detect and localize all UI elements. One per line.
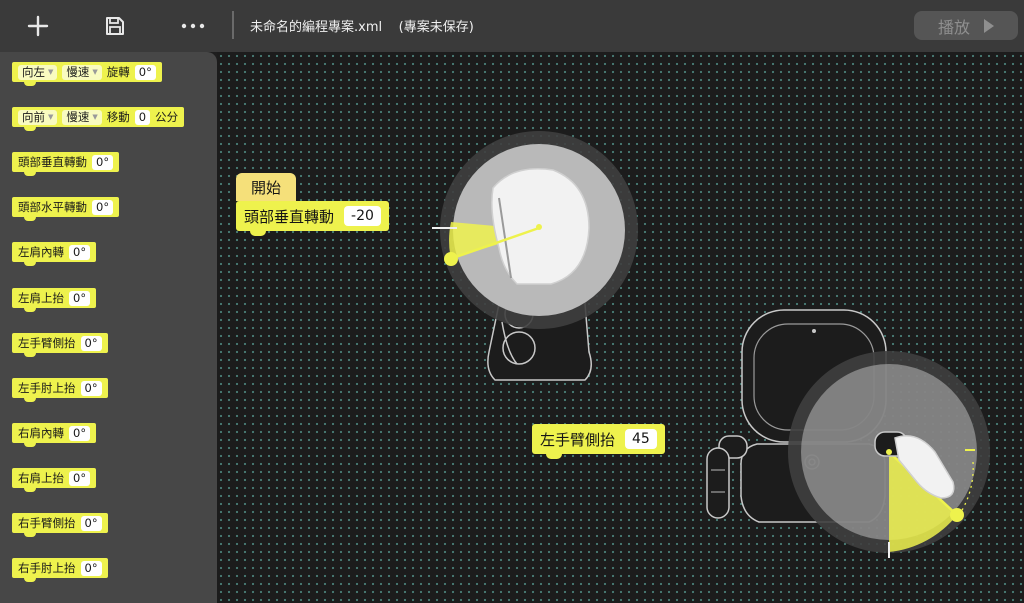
block-turn[interactable]: 向左 ▼ 慢速 ▼ 旋轉 0° [12, 62, 162, 86]
speed-dropdown[interactable]: 慢速 ▼ [62, 64, 102, 80]
start-hat-block[interactable]: 開始 [236, 173, 296, 201]
play-icon [984, 18, 994, 33]
speed-dropdown[interactable]: 慢速 ▼ [62, 109, 102, 125]
value-field[interactable]: 0° [92, 154, 114, 170]
dropdown-value: 向前 [22, 110, 45, 124]
value-field[interactable]: 0° [134, 64, 156, 80]
start-label: 開始 [250, 178, 281, 197]
dropdown-value: 慢速 [66, 65, 90, 79]
block-label: 右手臂側抬 [18, 516, 76, 530]
block-head-vertical[interactable]: 頭部垂直轉動 0° [12, 152, 120, 176]
block-label: 左手肘上抬 [18, 381, 76, 395]
block-label: 右肩上抬 [18, 471, 64, 485]
value-field[interactable]: 0° [80, 380, 102, 396]
block-label: 左肩內轉 [18, 245, 64, 259]
workspace-block-head-vertical[interactable]: 頭部垂直轉動 -20 [236, 201, 389, 236]
block-label: 頭部垂直轉動 [18, 155, 87, 169]
plus-icon[interactable] [20, 8, 56, 44]
dropdown-value: 向左 [22, 65, 45, 79]
value-field[interactable]: 0° [69, 290, 91, 306]
value-field[interactable]: 0 [134, 109, 151, 125]
block-label: 頭部水平轉動 [18, 200, 87, 214]
block-label: 旋轉 [106, 65, 130, 79]
ellipsis-icon[interactable] [175, 8, 211, 44]
block-left-arm-side-raise[interactable]: 左手臂側抬 0° [12, 333, 108, 357]
block-head-horizontal[interactable]: 頭部水平轉動 0° [12, 197, 120, 221]
chevron-down-icon: ▼ [48, 113, 54, 121]
block-move[interactable]: 向前 ▼ 慢速 ▼ 移動 0 公分 [12, 107, 185, 131]
block-right-shoulder-inward[interactable]: 右肩內轉 0° [12, 423, 97, 447]
value-field[interactable]: 0° [80, 515, 102, 531]
value-field[interactable]: 0° [80, 335, 102, 351]
block-label: 頭部垂直轉動 [244, 207, 335, 226]
value-field[interactable]: 0° [69, 470, 91, 486]
dropdown-value: 慢速 [66, 110, 90, 124]
chevron-down-icon: ▼ [48, 68, 54, 76]
block-left-shoulder-inward[interactable]: 左肩內轉 0° [12, 242, 97, 266]
value-field[interactable]: -20 [344, 206, 381, 226]
robot-head-side-view [432, 131, 638, 381]
workspace-canvas[interactable]: 開始 頭部垂直轉動 -20 左手臂側抬 45 [217, 52, 1024, 603]
robot-preview-scene [432, 131, 990, 558]
direction-dropdown[interactable]: 向左 ▼ [18, 64, 58, 80]
block-label: 右肩內轉 [18, 426, 64, 440]
unit-label: 公分 [155, 110, 179, 124]
top-toolbar: 未命名的編程專案.xml (專案未保存) 播放 [0, 0, 1024, 52]
robot-front-view [706, 309, 990, 558]
block-label: 左手臂側抬 [540, 430, 616, 449]
value-field[interactable]: 0° [69, 425, 91, 441]
block-left-elbow-raise[interactable]: 左手肘上抬 0° [12, 378, 108, 402]
value-field[interactable]: 0° [69, 244, 91, 260]
play-label: 播放 [937, 17, 970, 37]
workspace-block-left-arm-side-raise[interactable]: 左手臂側抬 45 [532, 424, 665, 459]
block-label: 左肩上抬 [18, 291, 64, 305]
floppy-disk-icon[interactable] [97, 8, 133, 44]
play-button[interactable]: 播放 [914, 11, 1018, 40]
value-field[interactable]: 0° [80, 560, 102, 576]
chevron-down-icon: ▼ [92, 113, 98, 121]
block-right-shoulder-raise[interactable]: 右肩上抬 0° [12, 468, 97, 492]
block-right-elbow-raise[interactable]: 右手肘上抬 0° [12, 558, 108, 582]
block-label: 右手肘上抬 [18, 561, 76, 575]
app-root: 未命名的編程專案.xml (專案未保存) 播放 向左 ▼ 慢速 ▼ 旋轉 0° 向前… [0, 0, 1024, 603]
chevron-down-icon: ▼ [92, 68, 98, 76]
file-title: 未命名的編程專案.xml (專案未保存) [250, 20, 474, 35]
toolbar-divider [232, 11, 234, 39]
block-label: 移動 [106, 110, 130, 124]
block-palette: 向左 ▼ 慢速 ▼ 旋轉 0° 向前 ▼ 慢速 ▼ 移動 0 公分 頭部垂直轉動 0° 頭… [0, 52, 217, 603]
value-field[interactable]: 45 [625, 429, 657, 449]
block-label: 左手臂側抬 [18, 336, 76, 350]
value-field[interactable]: 0° [92, 199, 114, 215]
direction-dropdown[interactable]: 向前 ▼ [18, 109, 58, 125]
block-right-arm-side-raise[interactable]: 右手臂側抬 0° [12, 513, 108, 537]
block-left-shoulder-raise[interactable]: 左肩上抬 0° [12, 288, 97, 312]
